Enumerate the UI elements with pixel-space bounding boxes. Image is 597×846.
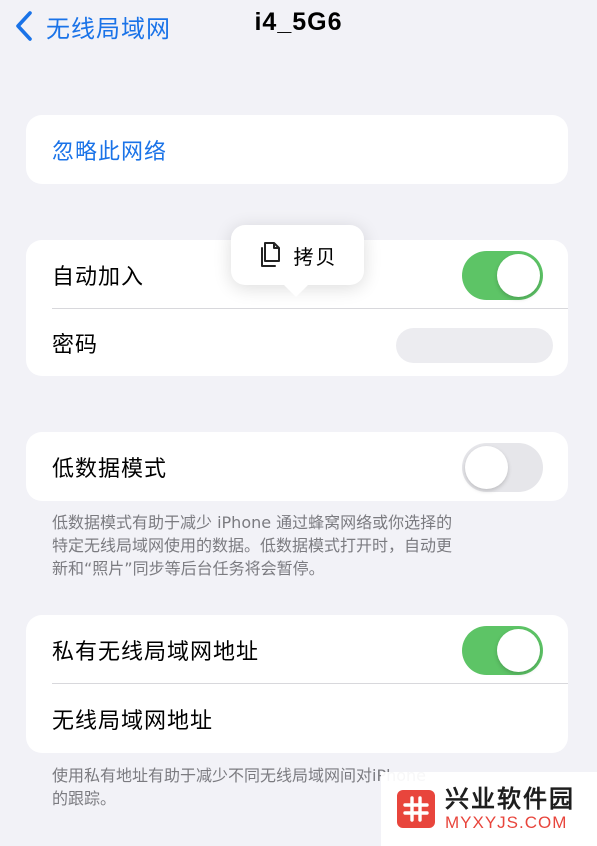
password-label: 密码 bbox=[52, 332, 99, 358]
low-data-footnote: 低数据模式有助于减少 iPhone 通过蜂窝网络或你选择的 特定无线局域网使用的… bbox=[52, 511, 552, 580]
copy-icon bbox=[258, 241, 284, 269]
copy-popup-button[interactable]: 拷贝 bbox=[231, 225, 364, 297]
private-address-group: 私有无线局域网地址 无线局域网地址 bbox=[26, 615, 568, 753]
low-data-label: 低数据模式 bbox=[52, 456, 168, 482]
footnote-line: 新和“照片”同步等后台任务将会暂停。 bbox=[52, 559, 325, 578]
navigation-bar: 无线局域网 i4_5G6 bbox=[0, 0, 597, 52]
page-title: i4_5G6 bbox=[254, 8, 343, 36]
low-data-row: 低数据模式 bbox=[26, 432, 568, 501]
forget-network-row[interactable]: 忽略此网络 bbox=[26, 115, 568, 184]
private-address-label: 私有无线局域网地址 bbox=[52, 639, 260, 665]
private-address-toggle[interactable] bbox=[462, 626, 543, 675]
footnote-line: 特定无线局域网使用的数据。低数据模式打开时，自动更 bbox=[52, 536, 453, 555]
low-data-group: 低数据模式 bbox=[26, 432, 568, 501]
password-row[interactable]: 密码 bbox=[26, 309, 568, 376]
auto-join-label: 自动加入 bbox=[52, 264, 145, 290]
copy-label: 拷贝 bbox=[293, 244, 338, 269]
toggle-knob bbox=[465, 446, 508, 489]
watermark-title: 兴业软件园 bbox=[445, 785, 575, 813]
watermark-logo-icon bbox=[397, 790, 435, 828]
footnote-line: 低数据模式有助于减少 iPhone 通过蜂窝网络或你选择的 bbox=[52, 513, 453, 532]
low-data-toggle[interactable] bbox=[462, 443, 543, 492]
wifi-address-label: 无线局域网地址 bbox=[52, 708, 214, 734]
toggle-knob bbox=[497, 254, 540, 297]
forget-network-group: 忽略此网络 bbox=[26, 115, 568, 184]
watermark-subtitle: MYXYJS.COM bbox=[445, 813, 568, 832]
wifi-address-row: 无线局域网地址 bbox=[26, 684, 568, 753]
password-field[interactable] bbox=[396, 328, 553, 363]
watermark-text: 兴业软件园 MYXYJS.COM bbox=[445, 785, 575, 833]
toggle-knob bbox=[497, 629, 540, 672]
forget-network-button[interactable]: 忽略此网络 bbox=[52, 134, 167, 166]
auto-join-toggle[interactable] bbox=[462, 251, 543, 300]
watermark: 兴业软件园 MYXYJS.COM bbox=[381, 772, 597, 846]
private-address-row: 私有无线局域网地址 bbox=[26, 615, 568, 684]
